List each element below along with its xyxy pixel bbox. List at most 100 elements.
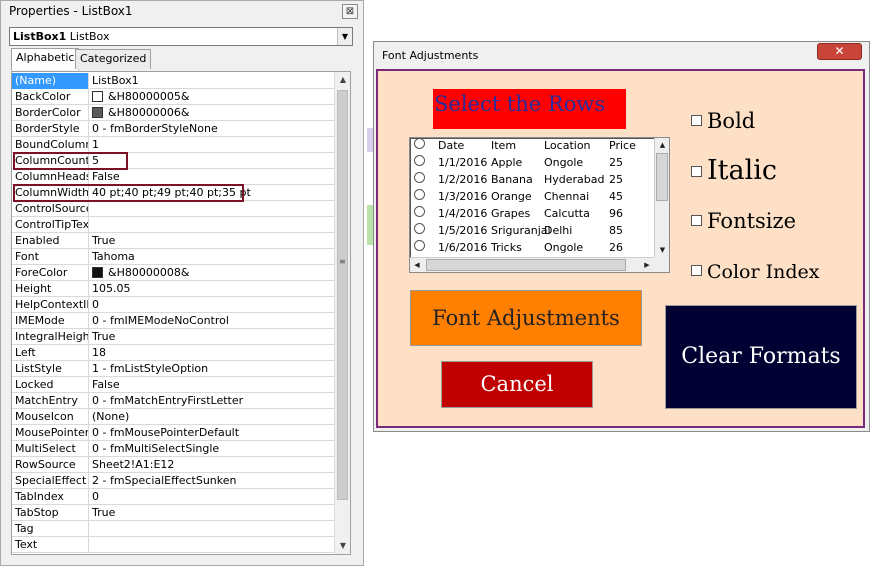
- property-value[interactable]: 0: [90, 297, 337, 313]
- property-name[interactable]: MousePointer: [12, 425, 89, 441]
- property-row[interactable]: IntegralHeight True: [12, 329, 337, 345]
- property-row[interactable]: ControlTipText: [12, 217, 337, 233]
- property-value[interactable]: &H80000006&: [90, 105, 337, 121]
- property-name[interactable]: ControlSource: [12, 201, 89, 217]
- scroll-up-icon[interactable]: ▲: [335, 72, 351, 88]
- property-row[interactable]: Text: [12, 537, 337, 553]
- property-name[interactable]: RowSource: [12, 457, 89, 473]
- property-value[interactable]: False: [90, 377, 337, 393]
- tab-categorized[interactable]: Categorized: [75, 49, 152, 69]
- property-name[interactable]: BackColor: [12, 89, 89, 105]
- property-value[interactable]: 0: [90, 489, 337, 505]
- property-value[interactable]: Sheet2!A1:E12: [90, 457, 337, 473]
- checkbox-icon[interactable]: [691, 265, 702, 276]
- property-name[interactable]: TabStop: [12, 505, 89, 521]
- property-row[interactable]: BoundColumn 1: [12, 137, 337, 153]
- radio-icon[interactable]: [414, 240, 425, 251]
- property-value[interactable]: True: [90, 329, 337, 345]
- property-value[interactable]: [90, 521, 337, 537]
- property-row[interactable]: SpecialEffect 2 - fmSpecialEffectSunken: [12, 473, 337, 489]
- property-name[interactable]: Text: [12, 537, 89, 553]
- tab-alphabetic[interactable]: Alphabetic: [11, 48, 80, 70]
- property-name[interactable]: BoundColumn: [12, 137, 89, 153]
- property-name[interactable]: Height: [12, 281, 89, 297]
- property-name[interactable]: Font: [12, 249, 89, 265]
- radio-icon[interactable]: [414, 155, 425, 166]
- radio-icon[interactable]: [414, 206, 425, 217]
- property-row[interactable]: BorderStyle 0 - fmBorderStyleNone: [12, 121, 337, 137]
- property-name[interactable]: IMEMode: [12, 313, 89, 329]
- property-value[interactable]: 0 - fmBorderStyleNone: [90, 121, 337, 137]
- listbox-horizontal-scrollbar[interactable]: ◀ ▶: [410, 257, 654, 272]
- property-name[interactable]: BorderColor: [12, 105, 89, 121]
- property-value[interactable]: 0 - fmMultiSelectSingle: [90, 441, 337, 457]
- checkbox-icon[interactable]: [691, 166, 702, 177]
- property-name[interactable]: ForeColor: [12, 265, 89, 281]
- property-value[interactable]: (None): [90, 409, 337, 425]
- scroll-right-icon[interactable]: ▶: [640, 258, 654, 272]
- property-value[interactable]: False: [90, 169, 337, 185]
- property-row[interactable]: Font Tahoma: [12, 249, 337, 265]
- close-icon[interactable]: ⊠: [342, 4, 358, 19]
- listbox-row[interactable]: 1/1/2016 Apple Ongole 25: [410, 155, 654, 172]
- property-row[interactable]: MouseIcon (None): [12, 409, 337, 425]
- property-row[interactable]: IMEMode 0 - fmIMEModeNoControl: [12, 313, 337, 329]
- listbox-row[interactable]: 1/4/2016 Grapes Calcutta 96: [410, 206, 654, 223]
- property-value[interactable]: True: [90, 233, 337, 249]
- scroll-down-icon[interactable]: ▼: [335, 538, 351, 554]
- data-listbox[interactable]: Date Item Location Price 1/1/2016 Apple Ongole…: [409, 137, 670, 273]
- property-name[interactable]: IntegralHeight: [12, 329, 89, 345]
- property-name[interactable]: ControlTipText: [12, 217, 89, 233]
- property-value[interactable]: 2 - fmSpecialEffectSunken: [90, 473, 337, 489]
- property-row[interactable]: ControlSource: [12, 201, 337, 217]
- close-button[interactable]: ✕: [817, 43, 862, 60]
- color-index-checkbox[interactable]: Color Index: [691, 261, 819, 283]
- radio-icon[interactable]: [414, 223, 425, 234]
- property-row[interactable]: Left 18: [12, 345, 337, 361]
- property-row[interactable]: BorderColor &H80000006&: [12, 105, 337, 121]
- listbox-row[interactable]: 1/2/2016 Banana Hyderabad 25: [410, 172, 654, 189]
- property-row[interactable]: MatchEntry 0 - fmMatchEntryFirstLetter: [12, 393, 337, 409]
- property-name[interactable]: ListStyle: [12, 361, 89, 377]
- property-value[interactable]: 18: [90, 345, 337, 361]
- property-row[interactable]: Height 105.05: [12, 281, 337, 297]
- object-selector[interactable]: ListBox1 ListBox ▼: [9, 27, 353, 46]
- property-row[interactable]: TabIndex 0: [12, 489, 337, 505]
- property-value[interactable]: &H80000005&: [90, 89, 337, 105]
- property-name[interactable]: Locked: [12, 377, 89, 393]
- property-row[interactable]: TabStop True: [12, 505, 337, 521]
- radio-icon[interactable]: [414, 189, 425, 200]
- property-row[interactable]: Locked False: [12, 377, 337, 393]
- property-row[interactable]: (Name) ListBox1: [12, 73, 337, 89]
- property-value[interactable]: 1 - fmListStyleOption: [90, 361, 337, 377]
- property-name[interactable]: MouseIcon: [12, 409, 89, 425]
- property-name[interactable]: BorderStyle: [12, 121, 89, 137]
- scroll-thumb[interactable]: [426, 259, 626, 271]
- fontsize-checkbox[interactable]: Fontsize: [691, 209, 796, 233]
- cancel-button[interactable]: Cancel: [441, 361, 593, 408]
- property-name[interactable]: MultiSelect: [12, 441, 89, 457]
- property-row[interactable]: ColumnHeads False: [12, 169, 337, 185]
- property-value[interactable]: [90, 201, 337, 217]
- property-name[interactable]: (Name): [12, 73, 89, 89]
- font-adjustments-button[interactable]: Font Adjustments: [410, 290, 642, 346]
- property-row[interactable]: ForeColor &H80000008&: [12, 265, 337, 281]
- listbox-row[interactable]: 1/3/2016 Orange Chennai 45: [410, 189, 654, 206]
- chevron-down-icon[interactable]: ▼: [337, 28, 352, 45]
- property-name[interactable]: Tag: [12, 521, 89, 537]
- checkbox-icon[interactable]: [691, 215, 702, 226]
- property-value[interactable]: ListBox1: [90, 73, 337, 89]
- property-value[interactable]: 105.05: [90, 281, 337, 297]
- scroll-thumb[interactable]: [656, 153, 668, 201]
- property-value[interactable]: [90, 217, 337, 233]
- radio-icon[interactable]: [414, 172, 425, 183]
- property-row[interactable]: Tag: [12, 521, 337, 537]
- scroll-left-icon[interactable]: ◀: [410, 258, 424, 272]
- property-value[interactable]: 0 - fmMousePointerDefault: [90, 425, 337, 441]
- italic-checkbox[interactable]: Italic: [691, 155, 777, 186]
- scroll-down-icon[interactable]: ▼: [655, 243, 669, 257]
- property-name[interactable]: SpecialEffect: [12, 473, 89, 489]
- property-row[interactable]: Enabled True: [12, 233, 337, 249]
- property-name[interactable]: HelpContextID: [12, 297, 89, 313]
- listbox-vertical-scrollbar[interactable]: ▲ ▼: [654, 138, 669, 257]
